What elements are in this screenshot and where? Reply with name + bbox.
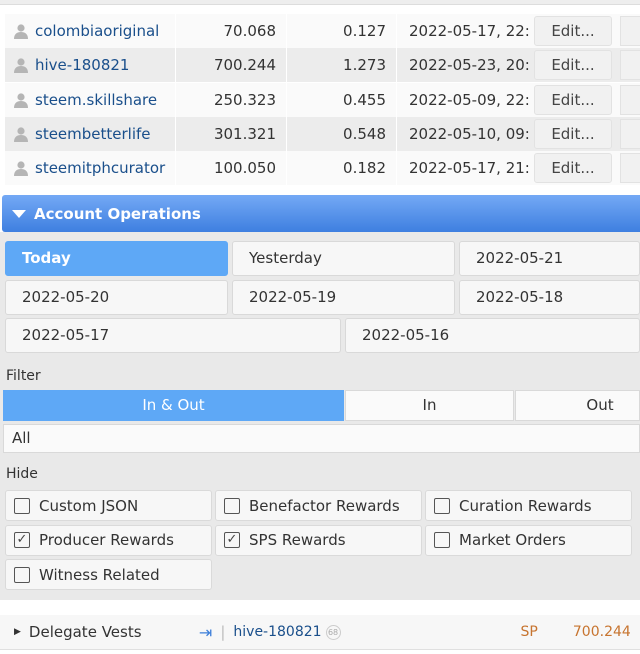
unit-label: SP [520, 624, 538, 640]
separator: | [220, 623, 226, 641]
checkbox[interactable]: ✓ [14, 532, 30, 548]
date-button[interactable]: 2022-05-17 [5, 318, 341, 353]
checkbox[interactable] [224, 497, 240, 514]
account-link[interactable]: steemitphcurator [35, 159, 165, 177]
account-link[interactable]: hive-180821 [233, 624, 321, 640]
extra-button[interactable] [620, 118, 640, 149]
filter-in[interactable]: In [345, 390, 514, 421]
user-icon [14, 58, 28, 74]
date-value: 2022-05-17, 22: [409, 22, 530, 40]
sp-value: 0.548 [287, 116, 397, 151]
sp-value: 0.127 [287, 14, 397, 48]
edit-button[interactable]: Edit... [534, 153, 612, 184]
date-value: 2022-05-10, 09: [409, 124, 530, 143]
delegation-row: hive-180821 700.244 1.273 2022-05-23, 20… [5, 48, 640, 83]
hide-option-label: Witness Related [39, 565, 160, 584]
checkbox[interactable] [434, 497, 450, 514]
hide-label: Hide [6, 466, 38, 482]
sp-value: 0.455 [287, 82, 397, 117]
vests-value: 250.323 [176, 82, 287, 117]
checkbox[interactable]: ✓ [224, 532, 240, 548]
checkbox[interactable] [14, 497, 30, 514]
hide-option[interactable]: ✓ SPS Rewards [215, 524, 422, 556]
user-icon [14, 92, 28, 108]
filter-in-out[interactable]: In & Out [3, 390, 344, 421]
date-button[interactable]: Yesterday [232, 241, 455, 276]
date-button[interactable]: 2022-05-19 [232, 280, 455, 315]
extra-button[interactable] [620, 50, 640, 81]
extra-button[interactable] [620, 84, 640, 115]
sp-value: 0.182 [287, 151, 397, 186]
hide-option-label: Market Orders [459, 531, 566, 549]
checkbox[interactable] [434, 532, 450, 548]
date-value: 2022-05-17, 21: [409, 159, 530, 178]
hide-option[interactable]: Witness Related [5, 559, 212, 590]
filter-out[interactable]: Out [515, 390, 640, 421]
hide-option-label: Benefactor Rewards [249, 496, 400, 515]
date-button[interactable]: 2022-05-18 [459, 280, 640, 315]
edit-button[interactable]: Edit... [534, 84, 612, 115]
hide-option[interactable]: Custom JSON [5, 490, 212, 521]
vests-value: 700.244 [176, 48, 287, 83]
hide-option-label: SPS Rewards [249, 531, 346, 549]
hide-option[interactable]: Market Orders [425, 524, 632, 556]
hide-option-label: Curation Rewards [459, 496, 592, 515]
operation-row: ▶ Delegate Vests ⇥ | hive-180821 68 SP 7… [0, 615, 640, 650]
edit-button[interactable]: Edit... [534, 50, 612, 81]
user-icon [14, 127, 28, 142]
account-link[interactable]: steembetterlife [35, 125, 151, 143]
date-button[interactable]: Today [5, 241, 228, 276]
account-link[interactable]: colombiaoriginal [35, 22, 159, 40]
hide-option-label: Custom JSON [39, 496, 139, 515]
sign-in-icon: ⇥ [198, 622, 213, 642]
hide-option[interactable]: Benefactor Rewards [215, 490, 422, 521]
hide-option[interactable]: ✓ Producer Rewards [5, 524, 212, 556]
section-title: Account Operations [34, 204, 201, 223]
user-icon [14, 24, 28, 39]
account-operations-header[interactable]: Account Operations [2, 195, 640, 232]
extra-button[interactable] [620, 153, 640, 184]
operation-type: Delegate Vests [28, 623, 142, 641]
date-value: 2022-05-23, 20: [409, 56, 530, 75]
filter-label: Filter [6, 368, 41, 384]
triangle-down-icon [12, 209, 26, 218]
edit-button[interactable]: Edit... [534, 16, 612, 46]
expand-triangle-icon[interactable]: ▶ [14, 627, 21, 637]
vests-value: 301.321 [176, 116, 287, 151]
delegation-row: steembetterlife 301.321 0.548 2022-05-10… [5, 116, 640, 151]
hide-option[interactable]: Curation Rewards [425, 490, 632, 521]
date-button[interactable]: 2022-05-21 [459, 241, 640, 276]
delegation-row: colombiaoriginal 70.068 0.127 2022-05-17… [5, 14, 640, 48]
delegation-row: steem.skillshare 250.323 0.455 2022-05-0… [5, 82, 640, 117]
checkbox[interactable] [14, 566, 30, 583]
vests-value: 70.068 [176, 14, 287, 48]
edit-button[interactable]: Edit... [534, 118, 612, 149]
date-button[interactable]: 2022-05-20 [5, 280, 228, 315]
vests-value: 100.050 [176, 151, 287, 186]
user-icon [14, 161, 28, 177]
table-header-remnant [0, 0, 640, 5]
reputation-badge: 68 [325, 624, 341, 640]
amount-value: 700.244 [572, 624, 631, 640]
extra-button[interactable] [620, 16, 640, 46]
account-link[interactable]: hive-180821 [35, 56, 129, 74]
delegation-row: steemitphcurator 100.050 0.182 2022-05-1… [5, 151, 640, 186]
account-link[interactable]: steem.skillshare [35, 91, 157, 109]
date-value: 2022-05-09, 22: [409, 90, 530, 109]
date-button[interactable]: 2022-05-16 [345, 318, 640, 353]
filter-select[interactable]: All [3, 424, 640, 453]
hide-option-label: Producer Rewards [39, 531, 174, 549]
sp-value: 1.273 [287, 48, 397, 83]
